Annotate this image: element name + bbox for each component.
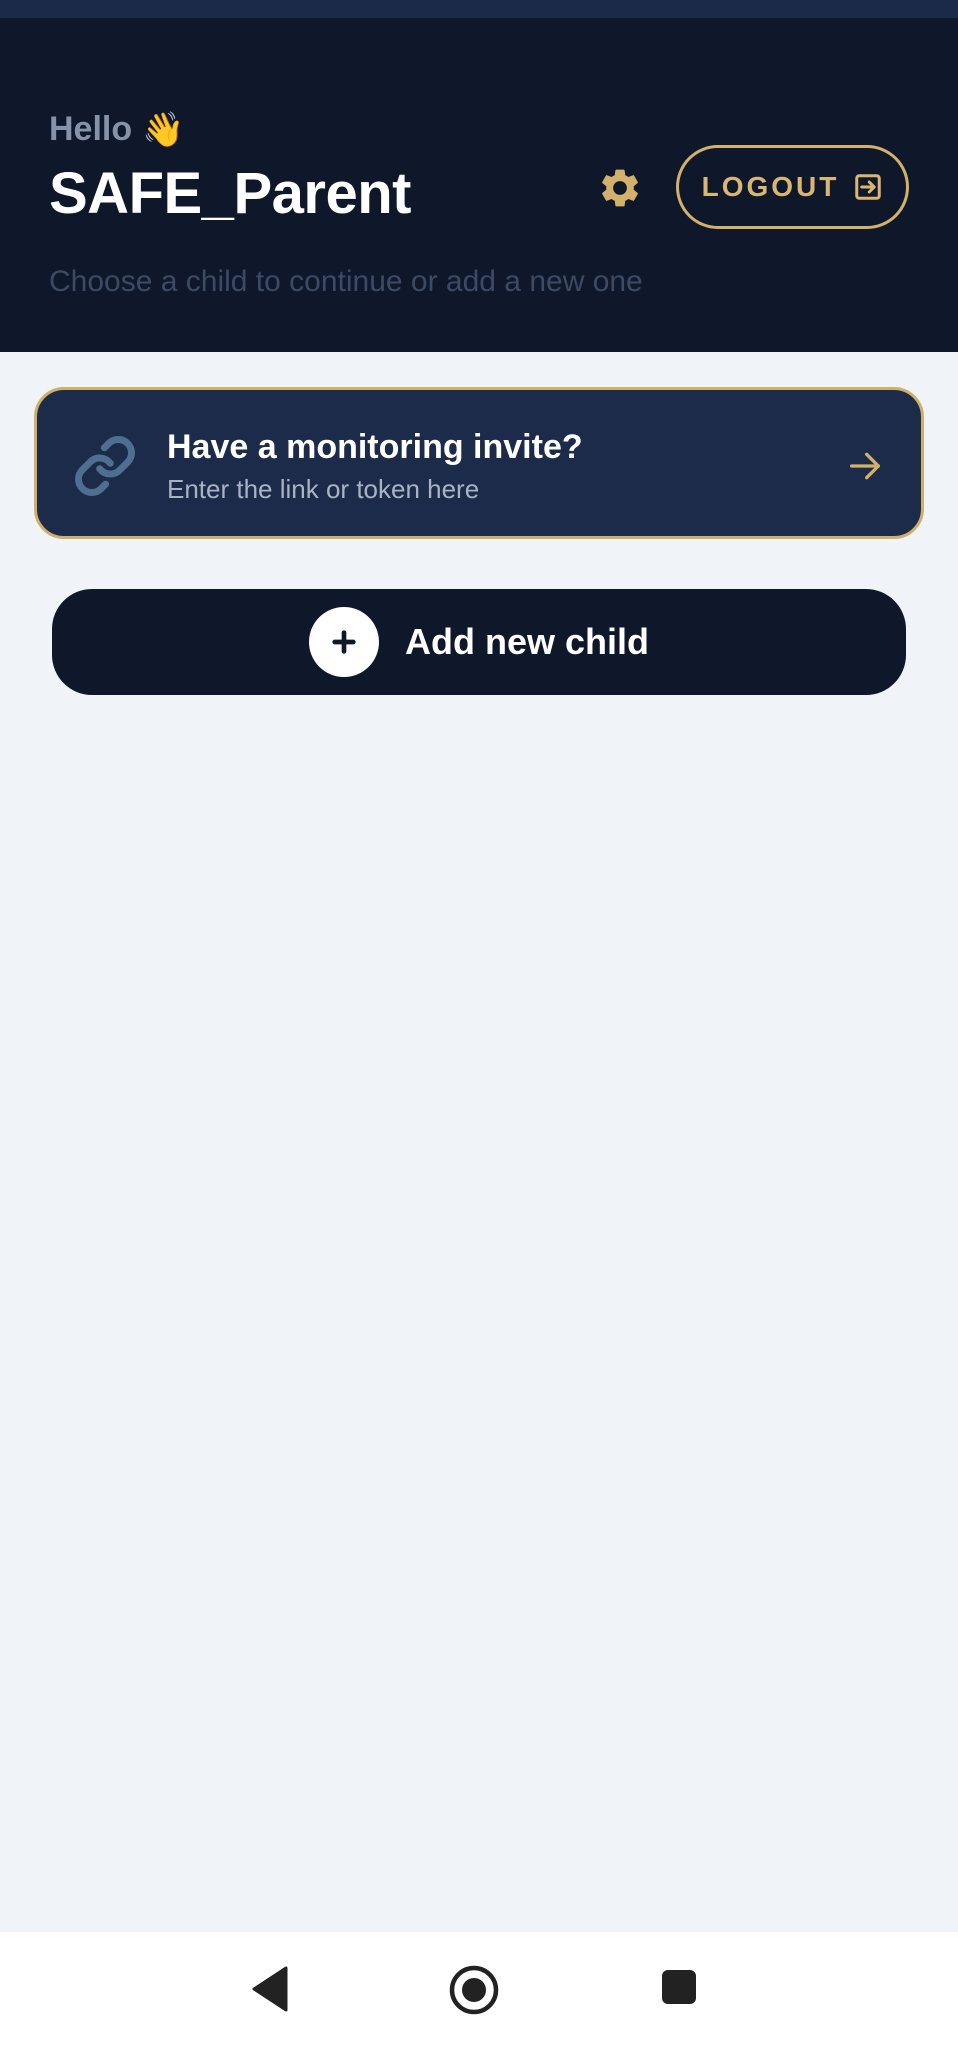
add-child-label: Add new child: [404, 621, 649, 662]
monitoring-invite-card[interactable]: Have a monitoring invite? Enter the link…: [34, 387, 924, 539]
invite-subtitle: Enter the link or token here: [167, 474, 480, 504]
page-subtitle: Choose a child to continue or add a new …: [49, 265, 643, 298]
link-icon: [75, 436, 135, 496]
system-nav-bar: [0, 1932, 958, 2048]
home-icon[interactable]: [448, 1964, 500, 2016]
greeting-text: Hello: [49, 110, 133, 148]
arrow-right-icon: [850, 452, 880, 480]
status-bar: [0, 0, 958, 18]
logout-button[interactable]: LOGOUT: [676, 145, 909, 229]
invite-title: Have a monitoring invite?: [167, 428, 583, 466]
back-icon[interactable]: [250, 1964, 290, 2014]
settings-button[interactable]: [592, 160, 648, 216]
wave-icon: 👋: [142, 110, 185, 149]
add-new-child-button[interactable]: Add new child: [52, 589, 906, 695]
logout-icon: [855, 174, 882, 200]
username: SAFE_Parent: [49, 161, 411, 226]
recents-icon[interactable]: [660, 1968, 698, 2006]
logout-label: LOGOUT: [701, 171, 840, 202]
plus-icon: [308, 607, 379, 677]
greeting: Hello 👋: [49, 110, 184, 149]
gear-icon: [602, 169, 638, 207]
